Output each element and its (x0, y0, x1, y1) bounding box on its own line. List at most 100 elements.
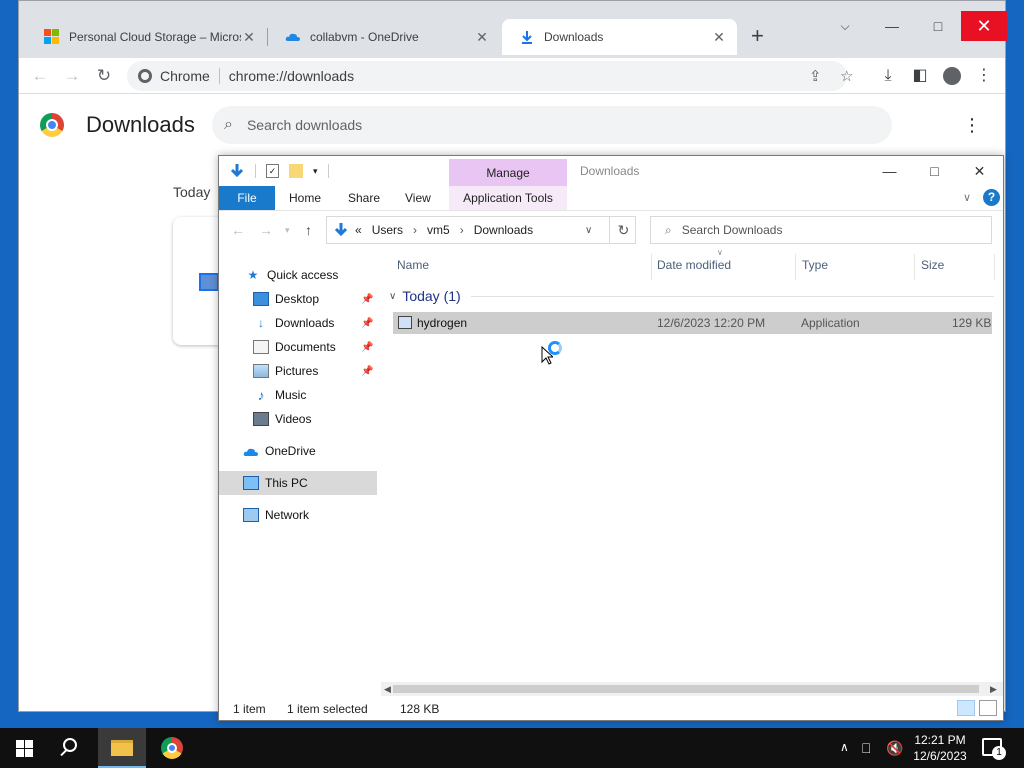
profile-avatar-icon[interactable] (940, 64, 964, 88)
share-icon[interactable]: ⇪ (809, 67, 822, 85)
column-header-date-modified[interactable]: Date modified (657, 258, 731, 272)
downloads-folder-icon (334, 223, 348, 237)
reload-button[interactable]: ↻ (92, 64, 116, 88)
pin-icon[interactable]: 📌 (361, 318, 373, 329)
scroll-right-arrow-icon[interactable]: ▶ (990, 682, 997, 696)
ribbon-tab-application-tools[interactable]: Application Tools (449, 186, 567, 210)
breadcrumb[interactable]: « Users › vm5 › Downloads ∨ (326, 216, 636, 244)
new-tab-button[interactable]: + (751, 25, 764, 47)
horizontal-scrollbar[interactable]: ◀ ▶ (381, 682, 1003, 696)
downloads-menu-kebab-icon[interactable]: ⋮ (963, 115, 981, 136)
new-folder-icon[interactable] (289, 164, 303, 178)
address-bar[interactable]: Chrome chrome://downloads (127, 61, 847, 91)
clock[interactable]: 12:21 PM 12/6/2023 (912, 732, 968, 764)
large-icons-view-icon[interactable] (979, 700, 997, 716)
close-window-button[interactable]: ✕ (961, 11, 1007, 41)
ribbon-tab-home[interactable]: Home (279, 186, 331, 210)
explorer-minimize-button[interactable]: — (867, 160, 912, 182)
forward-arrow-icon[interactable]: → (259, 222, 273, 238)
scrollbar-thumb[interactable] (393, 685, 979, 693)
nav-downloads[interactable]: ↓ Downloads 📌 (219, 311, 377, 335)
column-header-type[interactable]: Type (802, 258, 828, 272)
show-hidden-icons-chevron-icon[interactable]: ∧ (840, 740, 849, 754)
action-center-icon[interactable]: 1 (982, 738, 1006, 760)
tab-search-chevron-icon[interactable]: ⌵ (822, 11, 868, 41)
breadcrumb-vm5[interactable]: vm5 (427, 223, 450, 237)
tab-title: Downloads (544, 30, 604, 44)
refresh-button[interactable]: ↻ (609, 216, 637, 244)
file-list-pane: Name Date modified Type Size ∨ ∨ Today (… (381, 248, 1003, 688)
group-header-today[interactable]: ∨ Today (1) (389, 288, 994, 304)
bookmark-star-icon[interactable]: ☆ (840, 67, 853, 85)
collapse-chevron-icon[interactable]: ∨ (389, 291, 396, 302)
taskbar-chrome[interactable] (148, 728, 196, 768)
taskbar-search-button[interactable] (48, 728, 96, 768)
nav-videos[interactable]: Videos (219, 407, 377, 431)
properties-checkbox-icon[interactable]: ✓ (266, 164, 279, 178)
nav-quick-access[interactable]: ★ Quick access (219, 263, 377, 287)
tab-close-icon[interactable]: ✕ (711, 29, 727, 46)
file-name: hydrogen (417, 316, 468, 330)
column-header-size[interactable]: Size (921, 258, 944, 272)
notification-count: 1 (992, 746, 1006, 760)
pin-icon[interactable]: 📌 (361, 366, 373, 377)
qat-divider (255, 164, 256, 178)
maximize-button[interactable]: □ (915, 11, 961, 41)
tab-personal-cloud-storage[interactable]: Personal Cloud Storage – Micros ✕ (27, 19, 267, 55)
tab-downloads[interactable]: Downloads ✕ (502, 19, 737, 55)
ribbon-tab-file[interactable]: File (219, 186, 275, 210)
desktop-icon (253, 292, 269, 306)
expand-ribbon-chevron-icon[interactable]: ∨ (963, 191, 971, 204)
nav-desktop[interactable]: Desktop 📌 (219, 287, 377, 311)
nav-onedrive[interactable]: OneDrive (219, 439, 377, 463)
volume-muted-icon[interactable]: 🔇 (886, 740, 903, 757)
forward-button[interactable]: → (60, 64, 84, 88)
minimize-button[interactable]: — (869, 11, 915, 41)
help-icon[interactable]: ? (983, 189, 1000, 206)
breadcrumb-downloads[interactable]: Downloads (474, 223, 533, 237)
file-row[interactable]: hydrogen 12/6/2023 12:20 PM Application … (393, 312, 992, 334)
up-arrow-icon[interactable]: ↑ (305, 222, 312, 238)
explorer-search-input[interactable]: ⌕ Search Downloads (650, 216, 992, 244)
scroll-left-arrow-icon[interactable]: ◀ (384, 682, 391, 696)
group-header-label: Today (1) (402, 288, 461, 304)
nav-music[interactable]: ♪ Music (219, 383, 377, 407)
status-bar: 1 item 1 item selected 128 KB (219, 698, 1003, 720)
ribbon-tab-share[interactable]: Share (338, 186, 390, 210)
tab-close-icon[interactable]: ✕ (241, 29, 257, 46)
file-icon (199, 273, 219, 291)
nav-label: Pictures (275, 364, 319, 378)
computer-icon (243, 476, 259, 490)
recent-locations-chevron-icon[interactable]: ▾ (285, 225, 290, 236)
start-button[interactable] (0, 728, 48, 768)
network-status-icon[interactable]: ⎕ (862, 740, 870, 757)
back-button[interactable]: ← (28, 64, 52, 88)
manage-context-tab[interactable]: Manage (449, 159, 567, 187)
menu-kebab-icon[interactable]: ⋮ (972, 64, 996, 88)
nav-documents[interactable]: Documents 📌 (219, 335, 377, 359)
pin-icon[interactable]: 📌 (361, 294, 373, 305)
nav-this-pc[interactable]: This PC (219, 471, 377, 495)
breadcrumb-users[interactable]: Users (372, 223, 403, 237)
tab-onedrive[interactable]: collabvm - OneDrive ✕ (268, 19, 500, 55)
downloads-header: Downloads ⌕ Search downloads ⋮ (19, 95, 1005, 155)
column-header-name[interactable]: Name (397, 258, 429, 272)
details-view-icon[interactable] (957, 700, 975, 716)
pin-icon[interactable]: 📌 (361, 342, 373, 353)
taskbar-file-explorer[interactable] (98, 728, 146, 768)
explorer-maximize-button[interactable]: □ (912, 160, 957, 182)
ribbon-tab-view[interactable]: View (395, 186, 441, 210)
downloads-search-input[interactable]: ⌕ Search downloads (212, 106, 892, 144)
nav-pictures[interactable]: Pictures 📌 (219, 359, 377, 383)
address-dropdown-icon[interactable]: ∨ (585, 225, 592, 236)
back-arrow-icon[interactable]: ← (231, 222, 245, 238)
nav-network[interactable]: Network (219, 503, 377, 527)
qat-dropdown-icon[interactable]: ▾ (313, 166, 318, 177)
breadcrumb-overflow[interactable]: « (355, 223, 362, 237)
explorer-close-button[interactable]: ✕ (957, 160, 1002, 182)
nav-label: Desktop (275, 292, 320, 306)
downloads-button-icon[interactable]: ⤓ (876, 64, 900, 88)
side-panel-icon[interactable]: ◧ (908, 64, 932, 88)
file-size: 129 KB (952, 316, 992, 330)
tab-close-icon[interactable]: ✕ (474, 29, 490, 46)
